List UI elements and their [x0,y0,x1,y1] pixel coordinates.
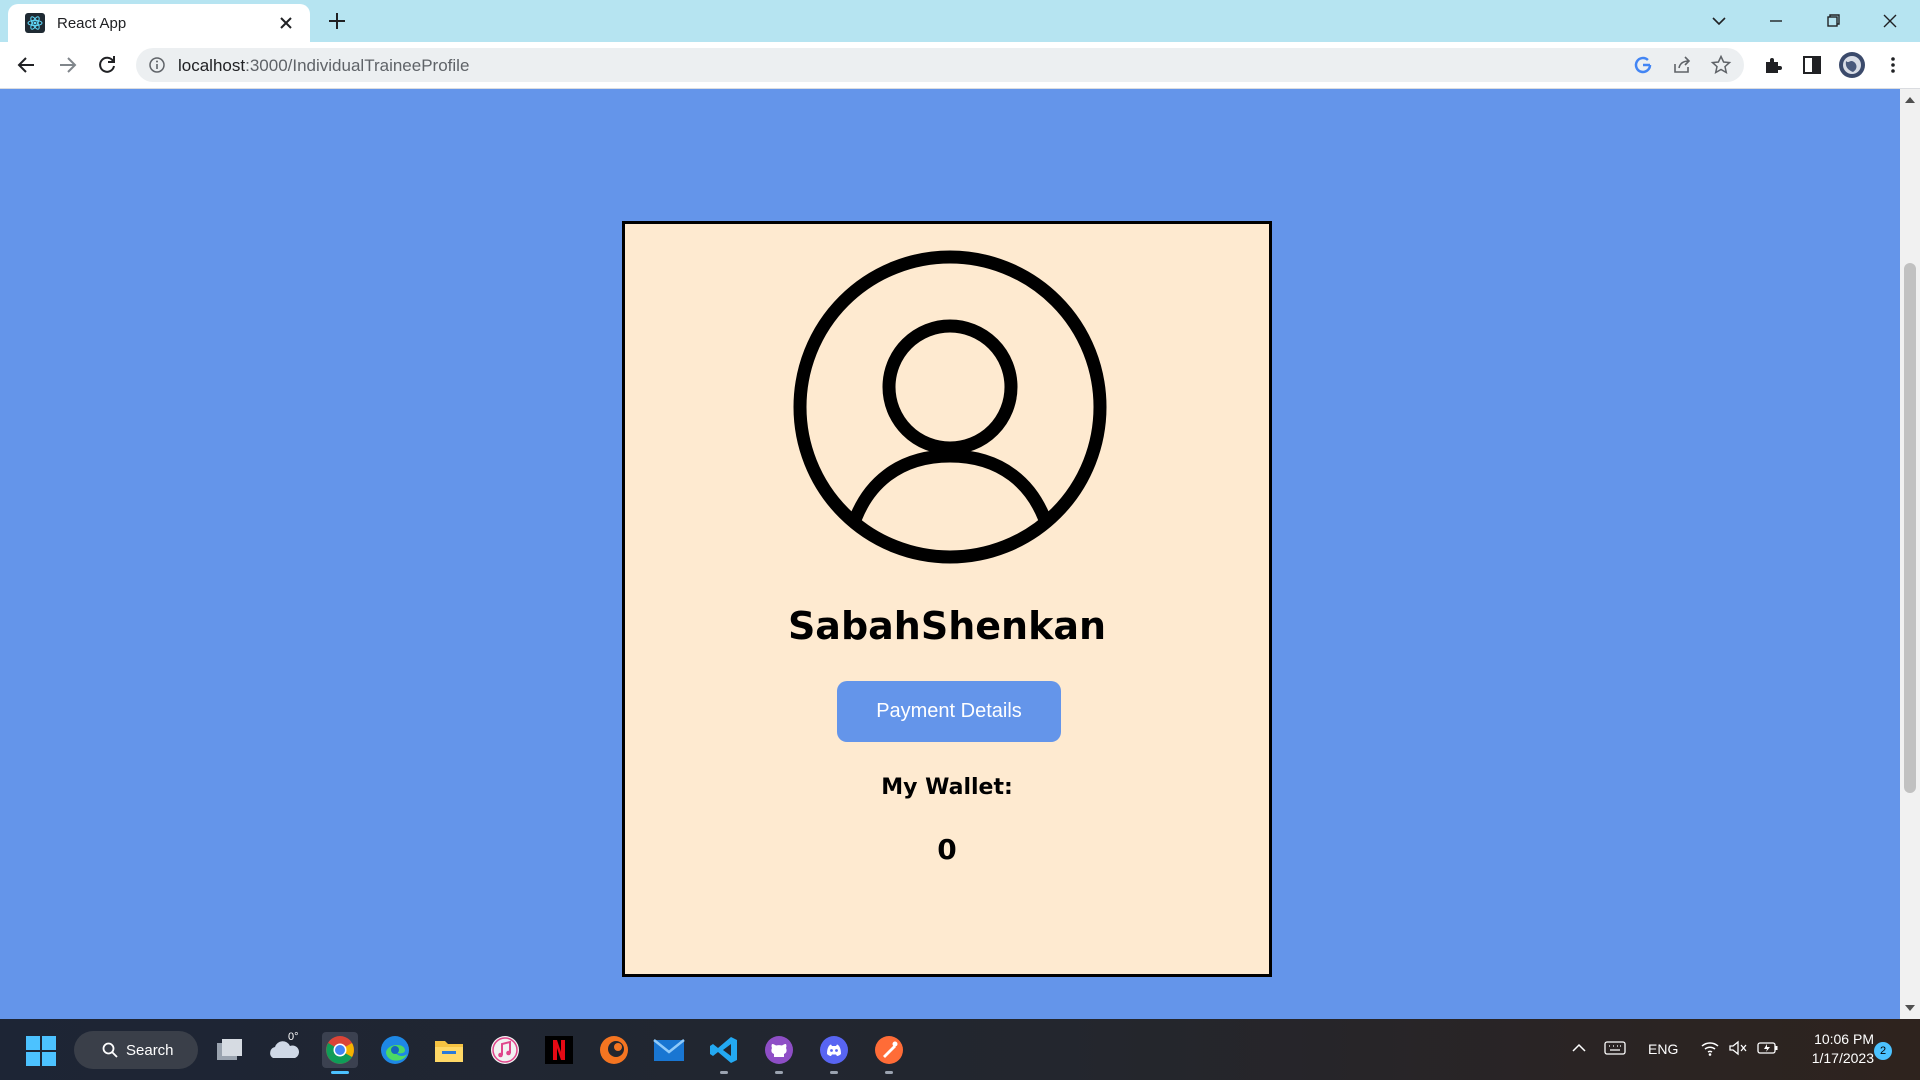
side-panel-icon[interactable] [1801,54,1823,76]
windows-start-icon[interactable] [26,1036,56,1066]
weather-temperature: 0° [288,1031,299,1043]
discord-icon[interactable] [816,1032,852,1068]
browser-toolbar: localhost:3000/IndividualTraineeProfile [0,42,1920,89]
scroll-down-arrow-icon[interactable] [1905,1005,1915,1011]
postman-icon[interactable] [871,1032,907,1068]
address-bar[interactable]: localhost:3000/IndividualTraineeProfile [136,48,1744,82]
speaker-muted-icon[interactable] [1728,1039,1748,1060]
crunchyroll-icon[interactable] [596,1032,632,1068]
netflix-icon[interactable] [541,1032,577,1068]
wifi-icon[interactable] [1700,1039,1720,1060]
reload-icon[interactable] [94,52,120,78]
page-viewport: SabahShenkan Payment Details My Wallet: … [0,89,1900,1019]
chrome-menu-icon[interactable] [1882,54,1904,76]
scroll-up-arrow-icon[interactable] [1905,97,1915,103]
restore-icon[interactable] [1820,8,1846,34]
chrome-taskbar-icon[interactable] [322,1032,358,1068]
postman-running-indicator [885,1071,893,1074]
username-heading: SabahShenkan [787,604,1107,648]
battery-charging-icon[interactable] [1757,1039,1779,1060]
vscode-icon[interactable] [706,1032,742,1068]
profile-card: SabahShenkan Payment Details My Wallet: … [622,221,1272,977]
notification-badge[interactable]: 2 [1874,1042,1892,1060]
bookmark-star-icon[interactable] [1710,54,1732,76]
itunes-icon[interactable] [487,1032,523,1068]
input-language[interactable]: ENG [1648,1041,1678,1057]
user-avatar-icon [793,250,1107,564]
github-running-indicator [775,1071,783,1074]
google-lens-icon[interactable] [1632,54,1654,76]
taskbar-search-label: Search [126,1041,174,1059]
react-favicon-icon [25,13,45,33]
forward-arrow-icon[interactable] [54,52,80,78]
url-text: localhost:3000/IndividualTraineeProfile [178,56,469,76]
extensions-puzzle-icon[interactable] [1762,54,1784,76]
back-arrow-icon[interactable] [14,52,40,78]
mail-icon[interactable] [651,1032,687,1068]
url-host: localhost [178,56,246,75]
discord-running-indicator [830,1071,838,1074]
vscode-running-indicator [720,1071,728,1074]
tray-overflow-chevron-icon[interactable] [1570,1039,1588,1060]
scrollbar-thumb[interactable] [1904,263,1916,793]
edge-taskbar-icon[interactable] [377,1032,413,1068]
profile-avatar-icon[interactable] [1838,51,1866,79]
browser-tab[interactable]: React App [8,4,310,42]
keyboard-icon[interactable] [1604,1039,1626,1060]
task-view-icon[interactable] [212,1032,248,1068]
windows-taskbar: Search 0° ENG 10:06 PM 1/17/2023 2 [0,1019,1920,1080]
taskbar-clock[interactable]: 10:06 PM 1/17/2023 [1794,1030,1874,1068]
url-path: :3000/IndividualTraineeProfile [245,56,470,75]
browser-tab-bar: React App [0,0,1920,42]
close-tab-icon[interactable] [276,13,296,33]
search-icon [102,1042,118,1058]
share-icon[interactable] [1671,54,1693,76]
site-info-icon[interactable] [148,56,166,74]
new-tab-icon[interactable] [326,10,348,32]
wallet-label: My Wallet: [881,775,1013,800]
clock-time: 10:06 PM [1814,1031,1874,1047]
clock-date: 1/17/2023 [1811,1050,1874,1066]
file-explorer-icon[interactable] [431,1032,467,1068]
github-desktop-icon[interactable] [761,1032,797,1068]
close-window-icon[interactable] [1877,8,1903,34]
tab-title: React App [57,14,127,32]
minimize-icon[interactable] [1763,8,1789,34]
payment-details-button[interactable]: Payment Details [837,681,1061,742]
wallet-balance: 0 [937,833,957,866]
chrome-active-indicator [331,1071,349,1074]
taskbar-search[interactable]: Search [74,1031,198,1069]
page-scrollbar[interactable] [1900,89,1920,1019]
tab-search-chevron-icon[interactable] [1706,8,1732,34]
